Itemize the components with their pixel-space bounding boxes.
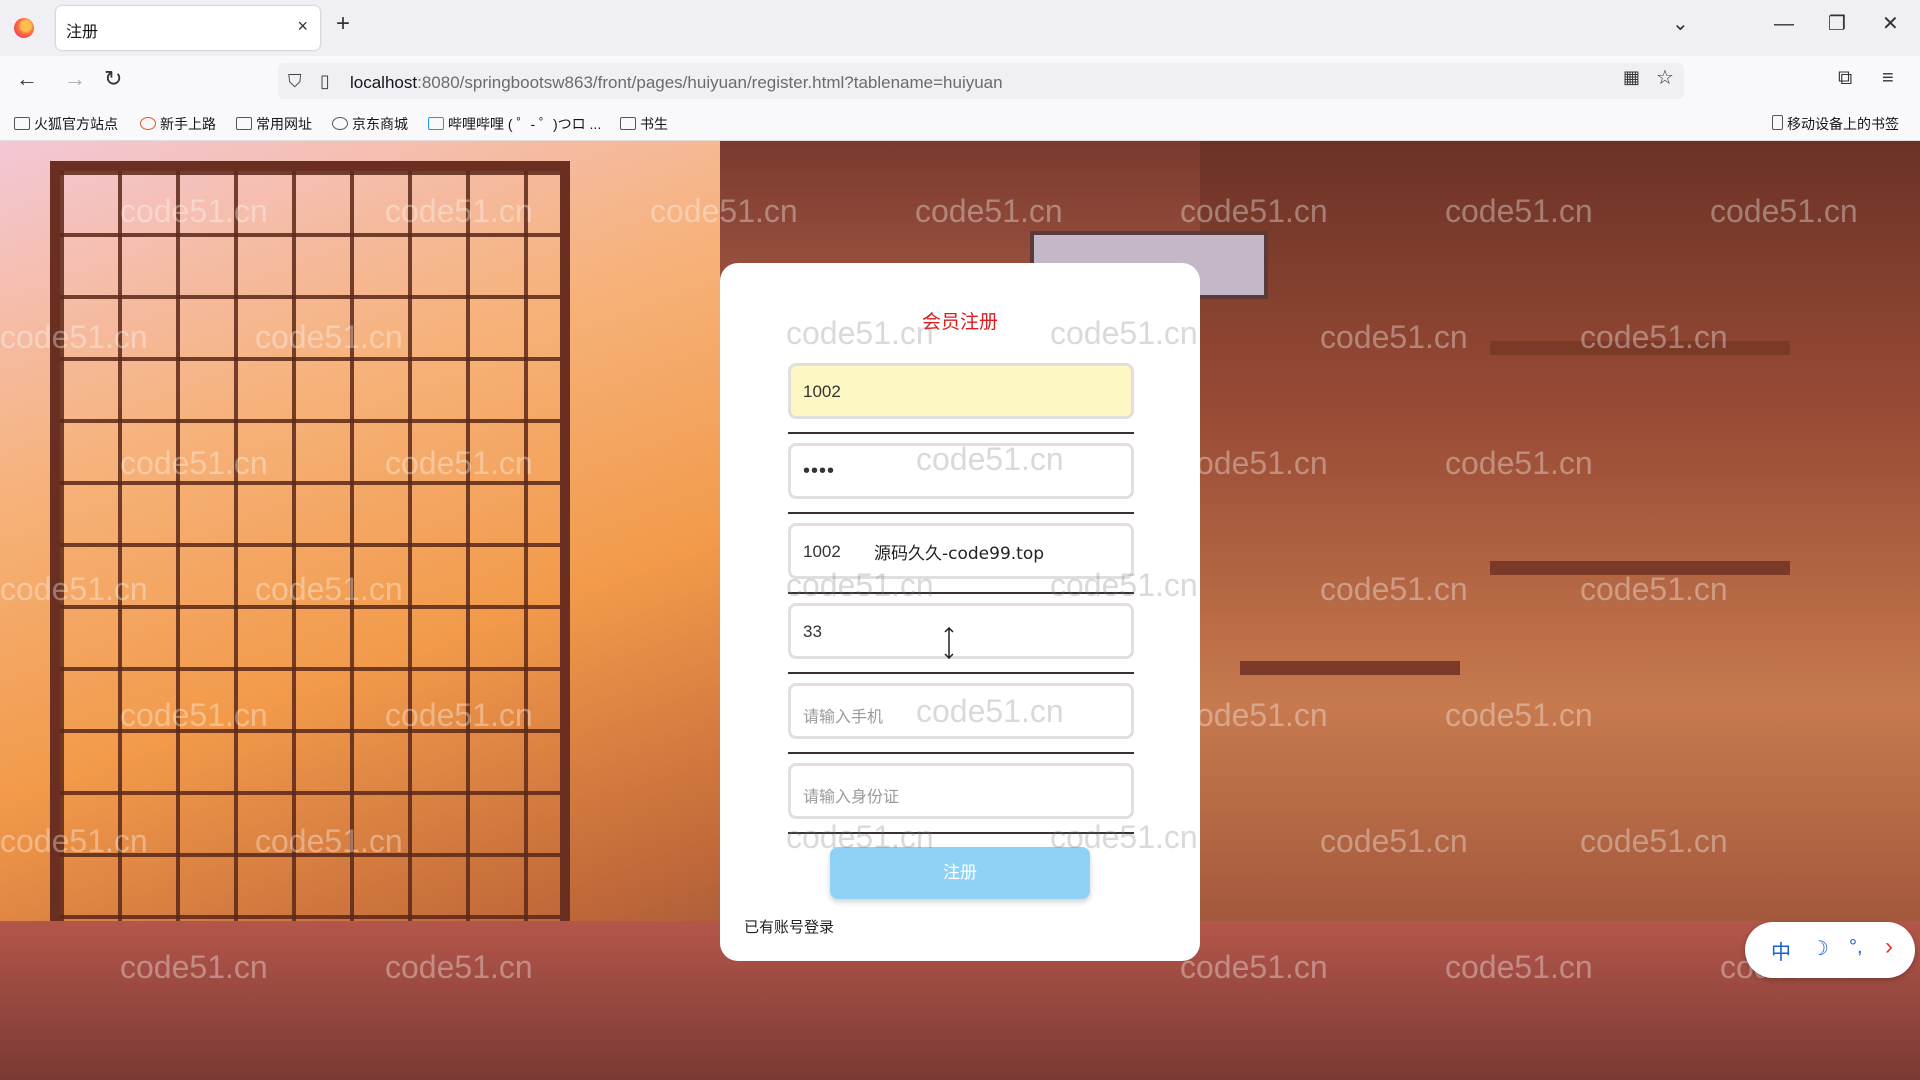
bilibili-icon — [428, 117, 444, 130]
bookmark-item[interactable]: 哔哩哔哩 ( ゜- ゜)つロ ... — [428, 114, 601, 134]
divider — [788, 512, 1134, 514]
watermark: code51.cn — [1050, 315, 1198, 351]
watermark: code51.cn — [1580, 823, 1728, 859]
ime-toolbar[interactable]: 中 ☽ °, › — [1745, 922, 1915, 978]
watermark: code51.cn — [786, 315, 934, 351]
watermark: code51.cn — [1180, 193, 1328, 229]
divider — [788, 672, 1134, 674]
bookmark-star-icon[interactable]: ☆ — [1656, 68, 1674, 88]
watermark: code51.cn — [1050, 819, 1198, 855]
folder-icon — [620, 117, 636, 130]
watermark: code51.cn — [255, 319, 403, 355]
age-field[interactable]: 33 — [788, 603, 1134, 659]
shield-icon[interactable]: ⛉ — [288, 71, 302, 92]
close-window-icon[interactable]: ✕ — [1882, 14, 1899, 34]
folder-icon — [14, 117, 30, 130]
folder-icon — [236, 117, 252, 130]
bookmark-item[interactable]: 京东商城 — [332, 114, 408, 134]
divider — [788, 432, 1134, 434]
list-all-tabs-icon[interactable]: ⌄ — [1672, 14, 1689, 34]
watermark: code51.cn — [1050, 567, 1198, 603]
bookmark-item[interactable]: 书生 — [620, 114, 668, 134]
shelf — [1240, 661, 1460, 675]
watermark: code51.cn — [1320, 319, 1468, 355]
watermark: code51.cn — [650, 193, 798, 229]
watermark: code51.cn — [1320, 823, 1468, 859]
restore-icon[interactable]: ❐ — [1828, 14, 1846, 34]
firefox-small-icon — [140, 117, 156, 130]
mobile-icon — [1772, 115, 1783, 130]
watermark: code51.cn — [916, 693, 1064, 729]
watermark: code51.cn — [1445, 445, 1593, 481]
minimize-icon[interactable]: — — [1774, 14, 1794, 34]
chevron-right-icon[interactable]: › — [1885, 933, 1893, 961]
password-value: •••• — [803, 460, 836, 482]
watermark: code51.cn — [1580, 319, 1728, 355]
divider — [788, 752, 1134, 754]
account-field[interactable]: 1002 — [788, 363, 1134, 419]
watermark: code51.cn — [915, 193, 1063, 229]
watermark: code51.cn — [1445, 697, 1593, 733]
watermark: code51.cn — [1710, 193, 1858, 229]
watermark: code51.cn — [255, 823, 403, 859]
url-bar[interactable]: ⛉ ▯ localhost:8080/springbootsw863/front… — [278, 63, 1684, 99]
bookmark-item[interactable]: 火狐官方站点 — [14, 114, 118, 134]
extensions-icon[interactable]: ⧉ — [1838, 68, 1852, 88]
watermark: code51.cn — [120, 697, 268, 733]
tab-register[interactable]: 注册 × — [56, 6, 320, 50]
bookmark-item[interactable]: 新手上路 — [140, 114, 216, 134]
watermark: code51.cn — [916, 441, 1064, 477]
reload-icon[interactable]: ↻ — [104, 68, 122, 90]
nav-bar: ← → ↻ ⛉ ▯ localhost:8080/springbootsw863… — [0, 56, 1920, 106]
watermark: code51.cn — [120, 193, 268, 229]
watermark: code51.cn — [120, 445, 268, 481]
watermark: code51.cn — [0, 571, 148, 607]
moon-icon[interactable]: ☽ — [1811, 936, 1829, 961]
ime-lang[interactable]: 中 — [1771, 936, 1791, 965]
tab-strip: 注册 × + ⌄ — ❐ ✕ — [0, 0, 1920, 56]
globe-icon — [332, 117, 348, 130]
overlay-watermark-text: 源码久久-code99.top — [874, 544, 1045, 564]
watermark: code51.cn — [385, 697, 533, 733]
watermark: code51.cn — [1320, 571, 1468, 607]
watermark: code51.cn — [1180, 445, 1328, 481]
watermark: code51.cn — [0, 823, 148, 859]
mobile-bookmarks[interactable]: 移动设备上的书签 — [1772, 114, 1899, 134]
register-card: 会员注册 1002 •••• 1002 33 请输入手机 请输入身份证 注册 已… — [720, 263, 1200, 961]
watermark: code51.cn — [1580, 571, 1728, 607]
tab-close-icon[interactable]: × — [297, 16, 308, 37]
account-value: 1002 — [803, 382, 841, 401]
watermark: code51.cn — [786, 819, 934, 855]
watermark: code51.cn — [1180, 949, 1328, 985]
forward-icon[interactable]: → — [64, 68, 86, 90]
login-link[interactable]: 已有账号登录 — [744, 916, 834, 937]
phone-placeholder: 请输入手机 — [803, 709, 884, 726]
tab-title: 注册 — [66, 24, 99, 41]
watermark: code51.cn — [1445, 193, 1593, 229]
text-cursor-icon — [944, 627, 954, 659]
age-value: 33 — [803, 622, 822, 641]
firefox-icon[interactable] — [14, 18, 34, 38]
watermark: code51.cn — [120, 949, 268, 985]
back-icon[interactable]: ← — [16, 68, 38, 90]
qr-code-icon[interactable]: ▦ — [1623, 68, 1640, 86]
url-text[interactable]: localhost:8080/springbootsw863/front/pag… — [350, 73, 1003, 93]
watermark: code51.cn — [1180, 697, 1328, 733]
name-value: 1002 — [803, 542, 841, 561]
idcard-field[interactable]: 请输入身份证 — [788, 763, 1134, 819]
watermark: code51.cn — [1445, 949, 1593, 985]
new-tab-button[interactable]: + — [336, 12, 350, 36]
watermark: code51.cn — [255, 571, 403, 607]
page-icon[interactable]: ▯ — [320, 71, 330, 92]
watermark: code51.cn — [385, 445, 533, 481]
watermark: code51.cn — [0, 319, 148, 355]
menu-icon[interactable]: ≡ — [1882, 68, 1894, 88]
watermark: code51.cn — [385, 949, 533, 985]
watermark: code51.cn — [385, 193, 533, 229]
idcard-placeholder: 请输入身份证 — [803, 789, 900, 806]
watermark: code51.cn — [786, 567, 934, 603]
bookmarks-toolbar: 火狐官方站点 新手上路 常用网址 京东商城 哔哩哔哩 ( ゜- ゜)つロ ...… — [0, 106, 1920, 141]
bookmark-item[interactable]: 常用网址 — [236, 114, 312, 134]
punctuation-icon[interactable]: °, — [1849, 936, 1863, 959]
